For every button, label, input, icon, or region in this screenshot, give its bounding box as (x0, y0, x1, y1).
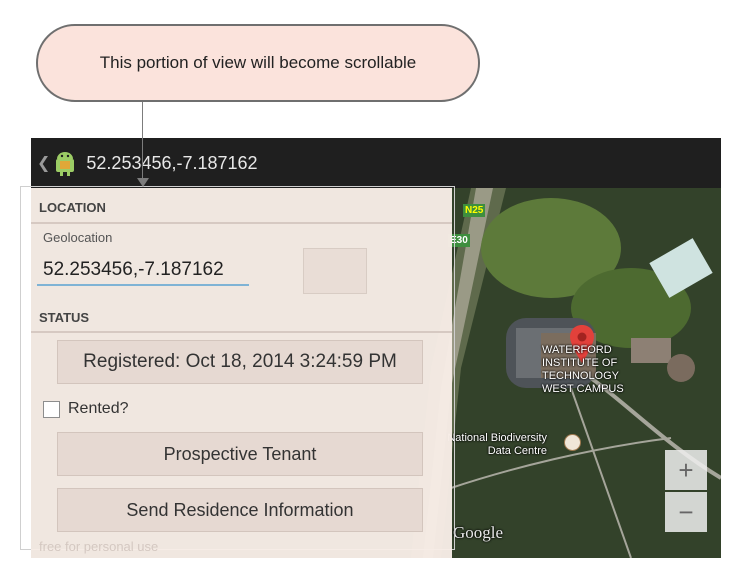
poi-label: National Biodiversity Data Centre (447, 432, 547, 457)
location-divider (31, 222, 452, 224)
send-residence-info-button[interactable]: Send Residence Information (57, 488, 423, 532)
zoom-out-button[interactable]: − (665, 492, 707, 532)
status-divider (31, 331, 452, 333)
zoom-in-button[interactable]: + (665, 450, 707, 490)
registered-date-button[interactable]: Registered: Oct 18, 2014 3:24:59 PM (57, 340, 423, 384)
poi-icon[interactable] (564, 434, 581, 451)
action-bar: ❮ 52.253456,-7.187162 (31, 138, 721, 188)
callout-pointer-arrow (137, 178, 149, 187)
geolocation-label: Geolocation (43, 230, 113, 245)
prospective-tenant-button[interactable]: Prospective Tenant (57, 432, 423, 476)
scrollable-form[interactable]: LOCATION Geolocation 52.253456,-7.187162… (31, 188, 452, 558)
rented-label: Rented? (68, 400, 129, 417)
place-label: WATERFORD INSTITUTE OF TECHNOLOGY WEST C… (542, 344, 624, 395)
map-button[interactable] (303, 248, 367, 294)
chevron-left-icon[interactable]: ❮ (37, 153, 50, 173)
android-icon[interactable] (54, 150, 76, 176)
watermark-text: free for personal use (39, 539, 159, 554)
road-label-n25: N25 (463, 204, 486, 217)
rented-checkbox[interactable] (43, 400, 60, 418)
rented-row[interactable]: Rented? (43, 400, 129, 418)
google-attribution: Google (453, 523, 504, 542)
location-header: LOCATION (39, 200, 106, 215)
callout-text: This portion of view will become scrolla… (99, 53, 417, 72)
status-header: STATUS (39, 310, 90, 325)
action-bar-title: 52.253456,-7.187162 (86, 152, 258, 173)
callout-pointer-line (142, 102, 143, 182)
callout-bubble: This portion of view will become scrolla… (36, 24, 480, 102)
geolocation-field[interactable]: 52.253456,-7.187162 (37, 256, 249, 286)
